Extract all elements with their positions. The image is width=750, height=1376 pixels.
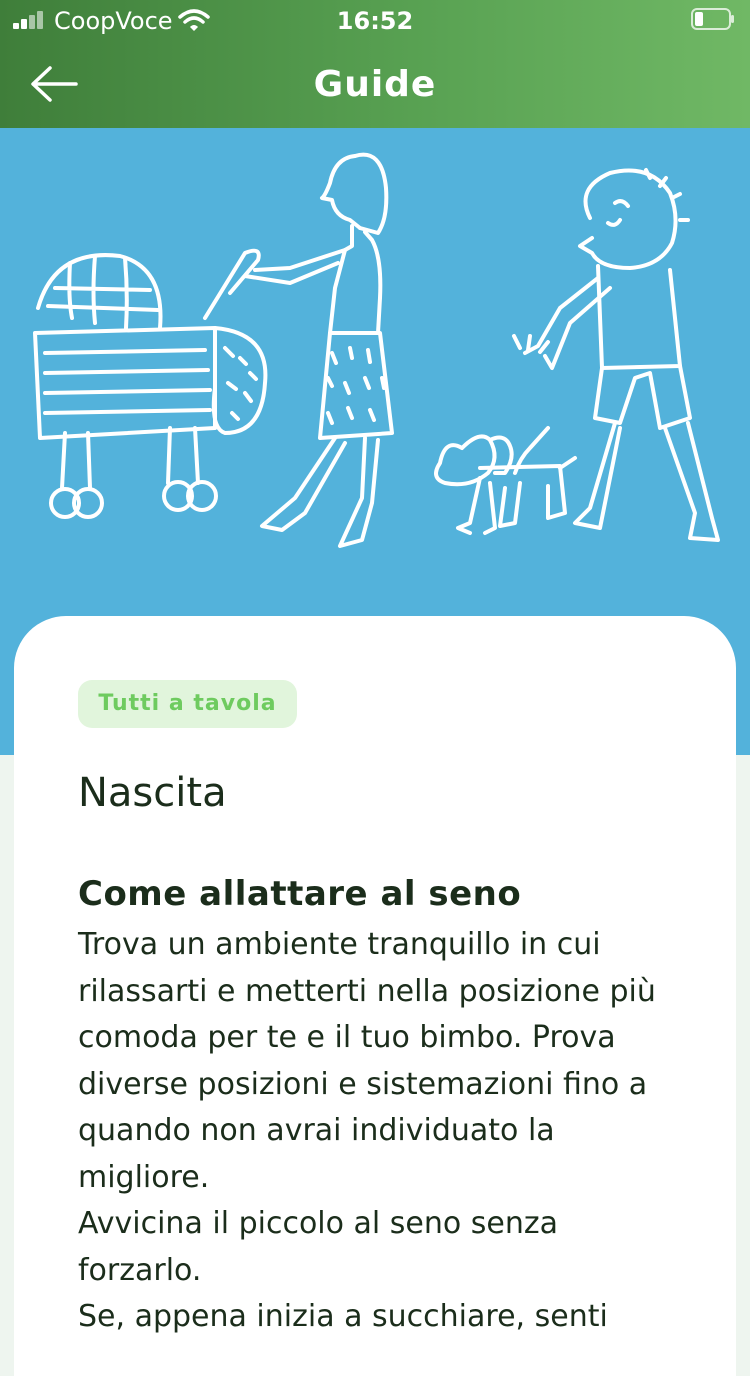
status-bar: CoopVoce 16:52	[0, 0, 750, 40]
article-paragraph: Avvicina il piccolo al seno senza forzar…	[78, 1206, 558, 1288]
battery-icon	[691, 8, 734, 30]
article-card: Tutti a tavola Nascita Come allattare al…	[14, 616, 736, 1376]
article-body: Trova un ambiente tranquillo in cui rila…	[78, 922, 668, 1341]
article-category-title: Nascita	[78, 770, 227, 816]
top-bar: CoopVoce 16:52 Guide	[0, 0, 750, 128]
article-paragraph: Trova un ambiente tranquillo in cui rila…	[78, 927, 656, 1195]
status-time: 16:52	[336, 7, 414, 35]
page-title: Guide	[313, 64, 437, 105]
category-tag[interactable]: Tutti a tavola	[78, 680, 297, 728]
article-section-title: Come allattare al seno	[78, 874, 522, 914]
